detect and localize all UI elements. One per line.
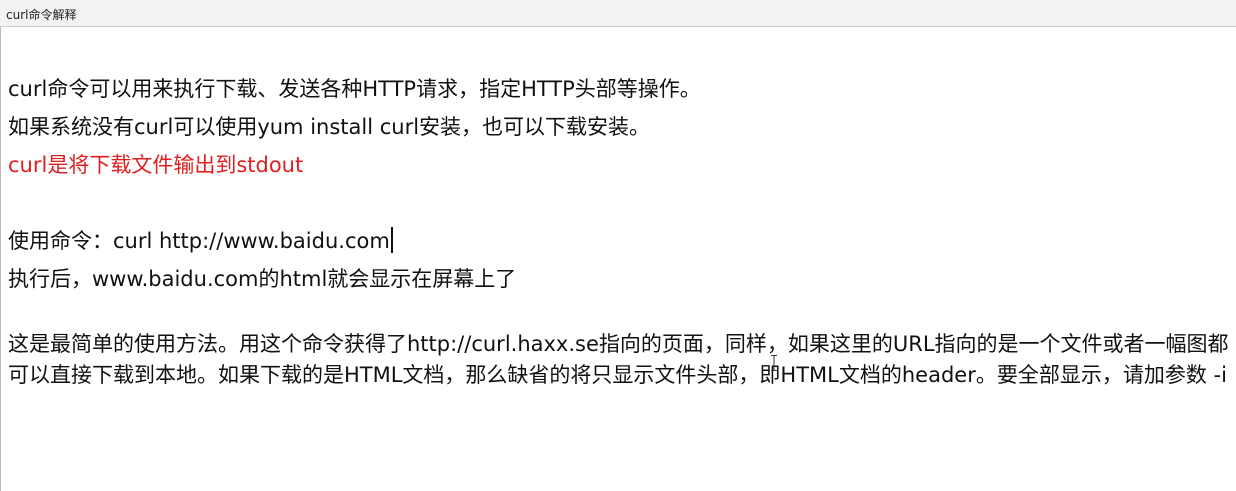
text-line-command: 使用命令：curl http://www.baidu.com xyxy=(8,227,1230,265)
document-window: curl命令解释 curl命令可以用来执行下载、发送各种HTTP请求，指定HTT… xyxy=(0,0,1236,491)
ibeam-cursor-icon xyxy=(771,355,777,371)
left-border xyxy=(0,27,1,491)
text-paragraph-usage: 这是最简单的使用方法。用这个命令获得了http://curl.haxx.se指向… xyxy=(8,332,1229,387)
text-line-install: 如果系统没有curl可以使用yum install curl安装，也可以下载安装… xyxy=(8,115,651,139)
text-line-intro: curl命令可以用来执行下载、发送各种HTTP请求，指定HTTP头部等操作。 xyxy=(8,77,701,101)
text-line-result: 执行后，www.baidu.com的html就会显示在屏幕上了 xyxy=(8,267,517,291)
text-line-highlight: curl是将下载文件输出到stdout xyxy=(8,153,304,177)
command-text: 使用命令：curl http://www.baidu.com xyxy=(8,229,390,253)
title-bar: curl命令解释 xyxy=(0,0,1236,27)
document-body[interactable]: curl命令可以用来执行下载、发送各种HTTP请求，指定HTTP头部等操作。 如… xyxy=(8,75,1230,391)
text-caret xyxy=(390,227,393,253)
window-title: curl命令解释 xyxy=(6,8,77,22)
